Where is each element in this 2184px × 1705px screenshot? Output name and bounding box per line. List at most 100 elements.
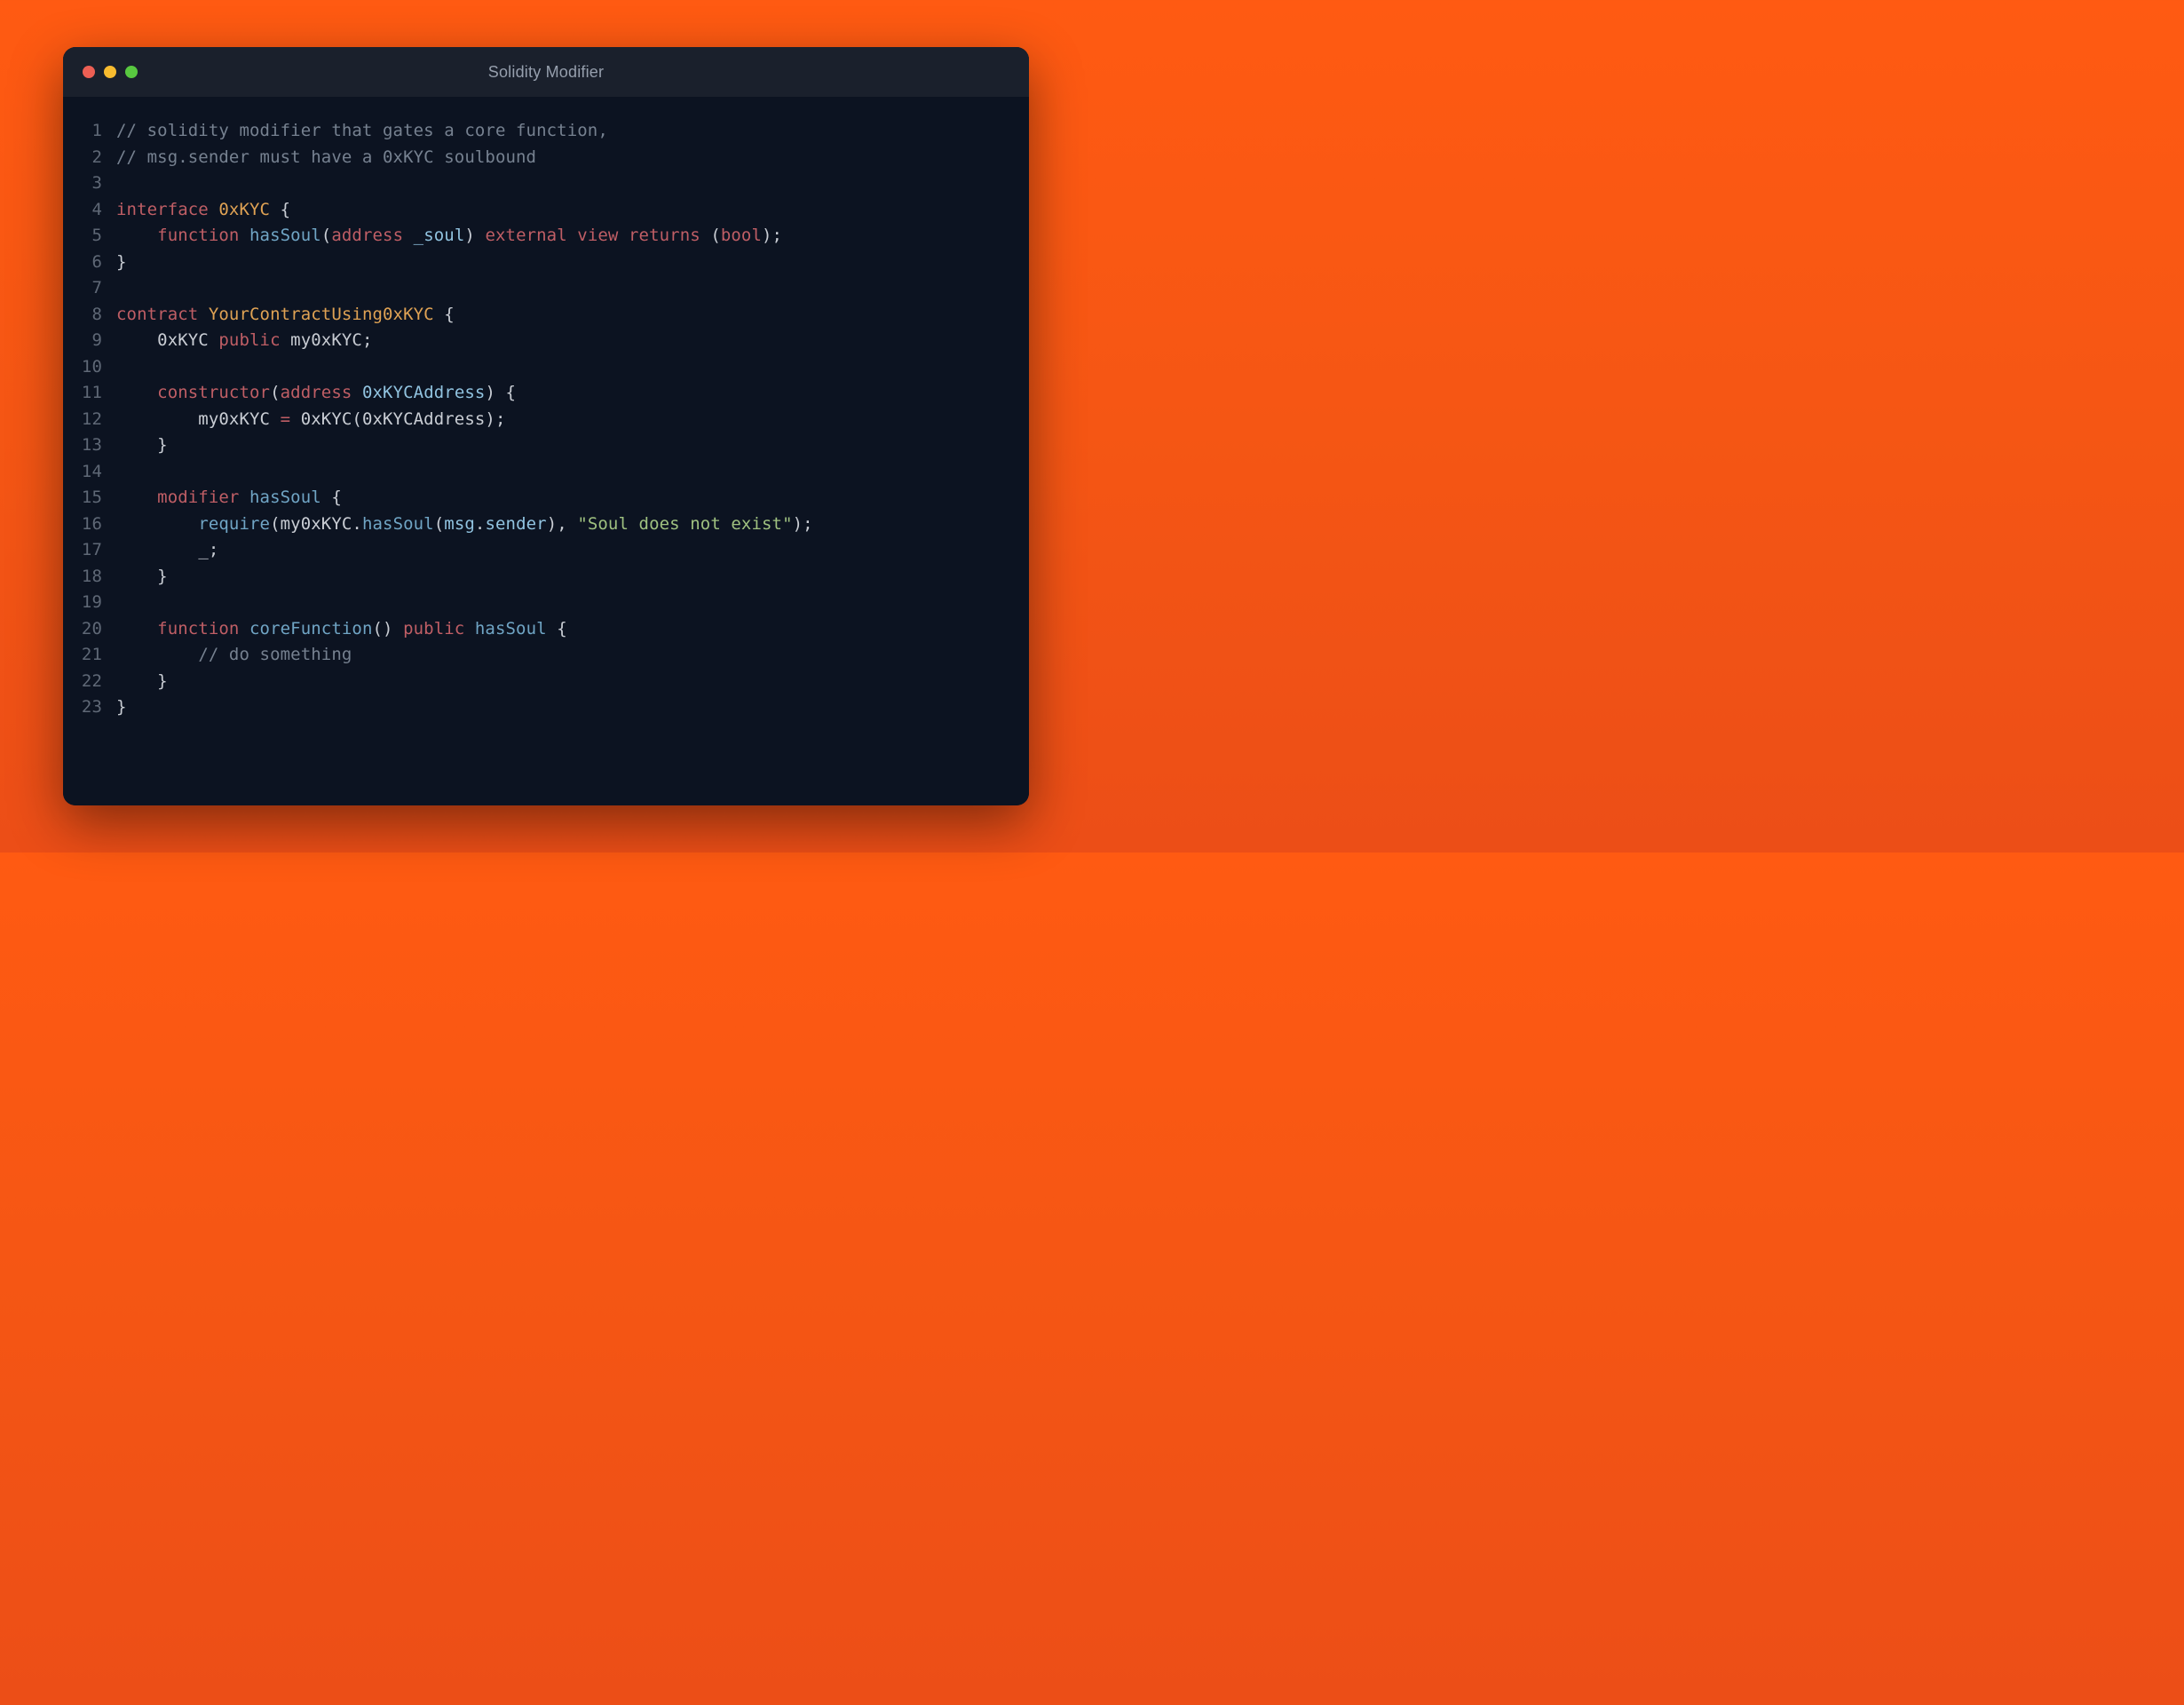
token: msg bbox=[444, 514, 475, 534]
code-line: 0xKYC public my0xKYC; bbox=[116, 328, 1006, 354]
token: () bbox=[372, 619, 403, 638]
token: "Soul does not exist" bbox=[577, 514, 792, 534]
token: hasSoul bbox=[475, 619, 547, 638]
code-lines: // solidity modifier that gates a core f… bbox=[116, 118, 1006, 784]
token: ); bbox=[793, 514, 813, 534]
token: ( bbox=[434, 514, 445, 534]
token bbox=[116, 488, 157, 507]
token: function bbox=[157, 619, 249, 638]
line-number: 20 bbox=[77, 616, 102, 643]
token: // do something bbox=[198, 645, 352, 664]
token: ( bbox=[321, 226, 332, 245]
code-line: } bbox=[116, 250, 1006, 276]
code-line: function coreFunction() public hasSoul { bbox=[116, 616, 1006, 643]
token: } bbox=[116, 567, 168, 586]
token: 0xKYCAddress bbox=[362, 383, 485, 402]
line-number: 21 bbox=[77, 642, 102, 669]
window-header: Solidity Modifier bbox=[63, 47, 1029, 97]
token bbox=[281, 330, 291, 350]
token bbox=[116, 226, 157, 245]
token: ), bbox=[547, 514, 578, 534]
code-line bbox=[116, 354, 1006, 381]
code-line: modifier hasSoul { bbox=[116, 485, 1006, 512]
token: constructor bbox=[157, 383, 270, 402]
code-line: contract YourContractUsing0xKYC { bbox=[116, 302, 1006, 329]
line-number: 23 bbox=[77, 694, 102, 721]
token: _soul bbox=[414, 226, 465, 245]
line-number: 2 bbox=[77, 145, 102, 171]
line-number: 10 bbox=[77, 354, 102, 381]
token: require bbox=[198, 514, 270, 534]
token bbox=[116, 514, 198, 534]
token: public bbox=[403, 619, 464, 638]
code-line: // solidity modifier that gates a core f… bbox=[116, 118, 1006, 145]
code-line: } bbox=[116, 432, 1006, 459]
token: hasSoul bbox=[249, 226, 321, 245]
token: 0xKYC bbox=[116, 330, 218, 350]
line-number: 8 bbox=[77, 302, 102, 329]
line-number: 15 bbox=[77, 485, 102, 512]
code-line: // do something bbox=[116, 642, 1006, 669]
token: ) bbox=[464, 226, 485, 245]
token: // solidity modifier that gates a core f… bbox=[116, 121, 608, 140]
token: ; bbox=[362, 330, 373, 350]
token: hasSoul bbox=[362, 514, 434, 534]
code-line: } bbox=[116, 669, 1006, 695]
token: contract bbox=[116, 305, 209, 324]
token: external view returns bbox=[485, 226, 700, 245]
token: coreFunction bbox=[249, 619, 372, 638]
line-number: 22 bbox=[77, 669, 102, 695]
line-number: 13 bbox=[77, 432, 102, 459]
line-number: 16 bbox=[77, 512, 102, 538]
token bbox=[403, 226, 414, 245]
token: ); bbox=[762, 226, 782, 245]
token: bool bbox=[721, 226, 762, 245]
traffic-lights bbox=[83, 66, 138, 78]
line-number: 9 bbox=[77, 328, 102, 354]
line-number: 11 bbox=[77, 380, 102, 407]
line-number: 4 bbox=[77, 197, 102, 224]
token: _ bbox=[198, 540, 209, 559]
line-number: 1 bbox=[77, 118, 102, 145]
token: ; bbox=[209, 540, 219, 559]
window-title: Solidity Modifier bbox=[488, 63, 604, 82]
token: // msg.sender must have a 0xKYC soulboun… bbox=[116, 147, 536, 167]
code-line: require(my0xKYC.hasSoul(msg.sender), "So… bbox=[116, 512, 1006, 538]
zoom-icon[interactable] bbox=[125, 66, 138, 78]
line-number-gutter: 1234567891011121314151617181920212223 bbox=[77, 118, 116, 784]
code-line: constructor(address 0xKYCAddress) { bbox=[116, 380, 1006, 407]
line-number: 19 bbox=[77, 590, 102, 616]
token: ) { bbox=[485, 383, 516, 402]
token: } bbox=[116, 671, 168, 691]
line-number: 7 bbox=[77, 275, 102, 302]
token: my0xKYC bbox=[290, 330, 362, 350]
code-line: my0xKYC = 0xKYC(0xKYCAddress); bbox=[116, 407, 1006, 433]
line-number: 12 bbox=[77, 407, 102, 433]
line-number: 5 bbox=[77, 223, 102, 250]
token: } bbox=[116, 252, 127, 272]
token: interface bbox=[116, 200, 218, 219]
token: 0xKYC bbox=[218, 200, 270, 219]
token: YourContractUsing0xKYC bbox=[209, 305, 434, 324]
minimize-icon[interactable] bbox=[104, 66, 116, 78]
token bbox=[116, 540, 198, 559]
line-number: 18 bbox=[77, 564, 102, 591]
token: hasSoul bbox=[249, 488, 321, 507]
token: modifier bbox=[157, 488, 249, 507]
code-line bbox=[116, 275, 1006, 302]
token: } bbox=[116, 435, 168, 455]
token bbox=[116, 619, 157, 638]
token: address bbox=[331, 226, 403, 245]
code-line bbox=[116, 590, 1006, 616]
line-number: 14 bbox=[77, 459, 102, 486]
code-line: _; bbox=[116, 537, 1006, 564]
token: { bbox=[321, 488, 342, 507]
close-icon[interactable] bbox=[83, 66, 95, 78]
token: function bbox=[157, 226, 249, 245]
code-area: 1234567891011121314151617181920212223 //… bbox=[63, 97, 1029, 805]
token: = bbox=[281, 409, 291, 429]
token: address bbox=[281, 383, 352, 402]
token: { bbox=[434, 305, 455, 324]
code-line: } bbox=[116, 564, 1006, 591]
token bbox=[116, 645, 198, 664]
